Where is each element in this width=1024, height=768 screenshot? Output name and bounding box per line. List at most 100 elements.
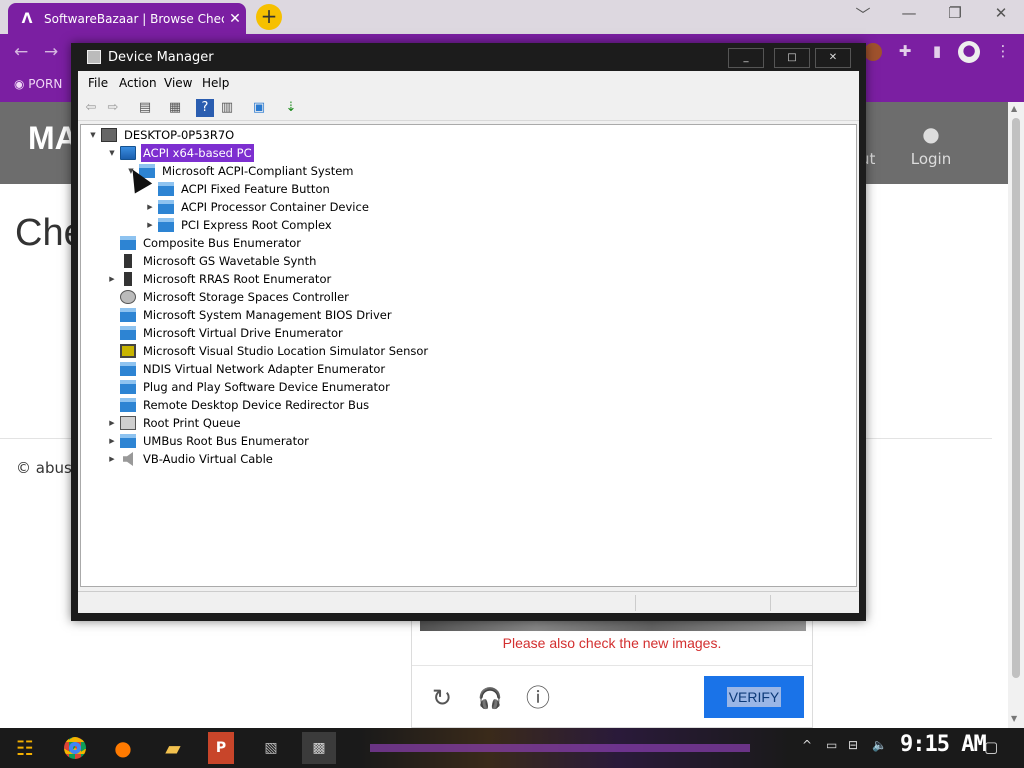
dm-maximize-button[interactable]: □ (774, 48, 810, 68)
dark-device-icon (124, 272, 132, 286)
dark-device-icon (124, 254, 132, 268)
file-explorer-icon[interactable]: ▰ (156, 732, 190, 764)
expand-arrow-icon[interactable]: ▶ (106, 414, 118, 432)
close-window-button[interactable]: ✕ (986, 4, 1016, 22)
notifications-icon[interactable]: ▢ (984, 738, 998, 756)
add-driver-icon[interactable]: ⇣ (282, 99, 300, 117)
menu-file[interactable]: File (88, 76, 108, 90)
extensions-icon[interactable]: ✚ (894, 42, 916, 62)
profile-avatar-icon[interactable]: ● (958, 41, 980, 63)
collapse-arrow-icon[interactable]: ▼ (106, 144, 118, 162)
headphones-icon[interactable]: 🎧 (475, 683, 505, 713)
tree-node-label: NDIS Virtual Network Adapter Enumerator (143, 362, 386, 376)
menu-action[interactable]: Action (119, 76, 157, 90)
chrome-icon[interactable] (58, 732, 92, 764)
network-icon[interactable]: ⊟ (848, 738, 858, 752)
profile-extension-icon[interactable] (864, 43, 882, 61)
tree-node[interactable]: ACPI Fixed Feature Button (144, 180, 744, 198)
folder-device-icon (158, 182, 174, 196)
folder-device-icon (120, 380, 136, 394)
back-icon[interactable]: ← (14, 42, 28, 62)
tree-node[interactable]: Composite Bus Enumerator (106, 234, 706, 252)
tree-node[interactable]: ▼ ACPI x64-based PC (106, 144, 706, 162)
login-label: Login (910, 150, 952, 168)
forward-icon[interactable]: ⇨ (104, 99, 122, 117)
expand-arrow-icon[interactable]: ▶ (144, 216, 156, 234)
device-manager-task-icon[interactable]: ▩ (302, 732, 336, 764)
device-manager-window: Device Manager _ □ ✕ File Action View He… (71, 43, 866, 621)
tree-node[interactable]: Microsoft Virtual Drive Enumerator (106, 324, 706, 342)
tree-node-label: Plug and Play Software Device Enumerator (143, 380, 390, 394)
forward-icon[interactable]: → (44, 42, 58, 62)
scrollbar-thumb[interactable] (1012, 118, 1020, 678)
restore-button[interactable]: ❐ (940, 4, 970, 22)
menu-view[interactable]: View (164, 76, 192, 90)
keyboard-icon[interactable]: ▭ (826, 738, 837, 752)
clock[interactable]: 9:15 AM (900, 732, 987, 757)
help-icon[interactable]: ? (196, 99, 214, 117)
minimize-button[interactable]: — (894, 4, 924, 22)
tree-node[interactable]: NDIS Virtual Network Adapter Enumerator (106, 360, 706, 378)
verify-button[interactable]: VERIFY (704, 676, 804, 718)
side-panel-icon[interactable]: ▮ (926, 42, 948, 62)
browser-menu-icon[interactable]: ⋮ (992, 42, 1014, 62)
site-logo-icon: Λ (21, 10, 33, 27)
page-scrollbar[interactable]: ▲ ▼ (1008, 102, 1024, 728)
tree-node[interactable]: ▶ PCI Express Root Complex (144, 216, 744, 234)
dm-close-button[interactable]: ✕ (815, 48, 851, 68)
volume-icon[interactable]: 🔈 (872, 738, 887, 752)
new-tab-button[interactable]: + (256, 4, 282, 30)
scroll-up-icon[interactable]: ▲ (1011, 104, 1017, 113)
tree-node[interactable]: Microsoft Storage Spaces Controller (106, 288, 706, 306)
menu-help[interactable]: Help (202, 76, 229, 90)
tree-node[interactable]: ▶ VB-Audio Virtual Cable (106, 450, 706, 468)
tree-node[interactable]: ▼ DESKTOP-0P53R7O (87, 126, 687, 144)
bookmark-item[interactable]: ◉ PORN (14, 77, 62, 91)
info-icon[interactable]: ⓘ (523, 683, 553, 713)
folder-device-icon (120, 398, 136, 412)
tree-node-label: UMBus Root Bus Enumerator (143, 434, 309, 448)
properties-icon[interactable]: ▦ (166, 99, 184, 117)
tree-node-label: Microsoft System Management BIOS Driver (143, 308, 392, 322)
tab-close-icon[interactable]: ✕ (224, 11, 246, 27)
tab-search-icon[interactable]: ﹀ (848, 4, 878, 25)
tree-node[interactable]: ▶ Root Print Queue (106, 414, 706, 432)
scan-hardware-icon[interactable]: ▣ (250, 99, 268, 117)
start-button-icon[interactable]: ☷ (8, 732, 42, 764)
browser-tab[interactable]: Λ SoftwareBazaar | Browse Chec ✕ (8, 3, 246, 34)
folder-device-icon (158, 200, 174, 214)
tree-node[interactable]: Plug and Play Software Device Enumerator (106, 378, 706, 396)
printer-device-icon (120, 416, 136, 430)
tree-node-label: VB-Audio Virtual Cable (143, 452, 273, 466)
tree-node[interactable]: ▼ Microsoft ACPI-Compliant System (125, 162, 725, 180)
tree-node[interactable]: ▶ ACPI Processor Container Device (144, 198, 744, 216)
folder-device-icon (120, 326, 136, 340)
tree-node[interactable]: Microsoft System Management BIOS Driver (106, 306, 706, 324)
tree-node[interactable]: ▶ Microsoft RRAS Root Enumerator (106, 270, 706, 288)
action-pane-icon[interactable]: ▥ (218, 99, 236, 117)
tree-node[interactable]: Remote Desktop Device Redirector Bus (106, 396, 706, 414)
expand-arrow-icon[interactable]: ▶ (106, 270, 118, 288)
tree-node[interactable]: Microsoft Visual Studio Location Simulat… (106, 342, 706, 360)
expand-arrow-icon[interactable]: ▶ (106, 450, 118, 468)
scroll-down-icon[interactable]: ▼ (1011, 714, 1017, 723)
status-bar (78, 591, 859, 613)
collapse-arrow-icon[interactable]: ▼ (87, 126, 99, 144)
expand-arrow-icon[interactable]: ▶ (106, 432, 118, 450)
device-manager-titlebar[interactable]: Device Manager _ □ ✕ (71, 43, 866, 71)
dm-minimize-button[interactable]: _ (728, 48, 764, 68)
powerpoint-icon[interactable]: P (208, 732, 234, 764)
back-icon[interactable]: ⇦ (82, 99, 100, 117)
tree-node-label: Microsoft RRAS Root Enumerator (143, 272, 332, 286)
device-manager-icon (87, 50, 101, 64)
tray-overflow-icon[interactable]: ^ (802, 738, 812, 752)
tree-node[interactable]: Microsoft GS Wavetable Synth (106, 252, 706, 270)
firefox-icon[interactable]: ● (106, 732, 140, 764)
login-link[interactable]: ● Login (908, 122, 954, 168)
photos-icon[interactable]: ▧ (254, 732, 288, 764)
expand-arrow-icon[interactable]: ▶ (144, 198, 156, 216)
device-tree[interactable]: ▼ DESKTOP-0P53R7O ▼ ACPI x64-based PC ▼ Micro… (80, 124, 857, 587)
reload-icon[interactable]: ↻ (427, 683, 457, 713)
tree-node[interactable]: ▶ UMBus Root Bus Enumerator (106, 432, 706, 450)
show-hide-console-tree-icon[interactable]: ▤ (136, 99, 154, 117)
